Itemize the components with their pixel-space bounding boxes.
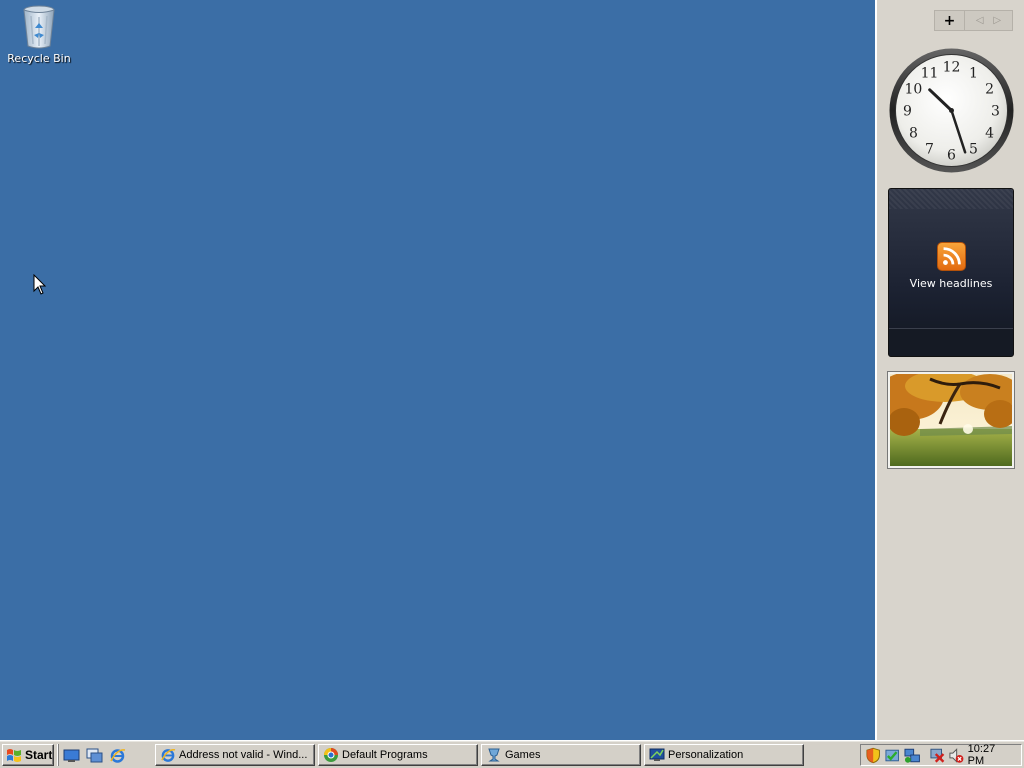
personalization-icon [649,748,665,761]
clock-number: 7 [925,142,934,158]
network-icon[interactable] [904,747,920,764]
default-programs-icon [324,748,338,762]
taskbar-button-personalization[interactable]: Personalization [644,744,804,766]
sidebar-controls: + ◁ ▷ [934,10,1013,31]
rss-feed-icon [937,242,966,271]
triangle-right-icon[interactable]: ▷ [993,15,1001,26]
feed-headlines-gadget[interactable]: View headlines [888,188,1014,357]
clock-number: 5 [969,142,978,158]
feed-gadget-footer [889,328,1013,356]
clock-number: 12 [943,60,961,76]
internet-explorer-icon[interactable] [109,747,126,764]
security-shield-icon[interactable] [865,747,881,764]
windows-sidebar: + ◁ ▷ 12 1 2 3 4 5 6 7 8 9 10 11 View he… [875,0,1024,740]
taskbar: Start Address not valid - Wind... Defaul… [0,740,1024,768]
recycle-bin-icon [23,5,55,49]
quick-launch-toolbar [58,744,132,766]
clock-number: 11 [921,65,939,81]
autumn-tree-photo [890,374,1012,466]
clock-number: 10 [904,82,922,98]
taskbar-button-ie-window[interactable]: Address not valid - Wind... [155,744,315,766]
desktop[interactable]: Recycle Bin [0,0,875,740]
mouse-cursor-icon [33,274,47,295]
start-button[interactable]: Start [2,744,54,766]
taskbar-button-default-programs[interactable]: Default Programs [318,744,478,766]
taskbar-clock[interactable]: 10:27 PM [968,743,1013,767]
start-label: Start [25,748,53,762]
show-desktop-icon[interactable] [63,747,80,764]
gadget-navigation: ◁ ▷ [965,10,1013,31]
desktop-icon-label: Recycle Bin [7,52,71,65]
task-label: Default Programs [342,749,428,761]
task-label: Games [505,749,541,761]
triangle-left-icon[interactable]: ◁ [976,15,984,26]
clock-number: 6 [947,148,956,164]
clock-number: 3 [991,104,1000,120]
clock-number: 1 [969,65,978,81]
desktop-icon-recycle-bin[interactable]: Recycle Bin [6,2,72,65]
notification-area: 10:27 PM [860,743,1022,767]
internet-explorer-icon [161,749,176,762]
clock-gadget[interactable]: 12 12 3 45678 9 1011 [888,47,1015,174]
add-gadget-button[interactable]: + [934,10,965,31]
clock-number: 8 [909,126,918,142]
volume-muted-icon[interactable] [948,747,964,764]
clock-number: 2 [985,82,994,98]
clock-number: 9 [903,104,912,120]
view-headlines-label: View headlines [909,277,993,290]
feed-gadget-top-stripe [889,189,1013,209]
task-label: Address not valid - Wind... [179,749,308,761]
windows-flag-icon [7,749,21,762]
games-icon [488,748,500,762]
task-label: Personalization [668,749,744,761]
clock-number: 4 [985,126,994,142]
taskbar-button-games[interactable]: Games [481,744,641,766]
network-error-icon[interactable] [929,747,945,764]
slideshow-gadget[interactable] [887,371,1015,469]
windows-defender-icon[interactable] [884,747,900,764]
switch-windows-icon[interactable] [86,747,103,764]
